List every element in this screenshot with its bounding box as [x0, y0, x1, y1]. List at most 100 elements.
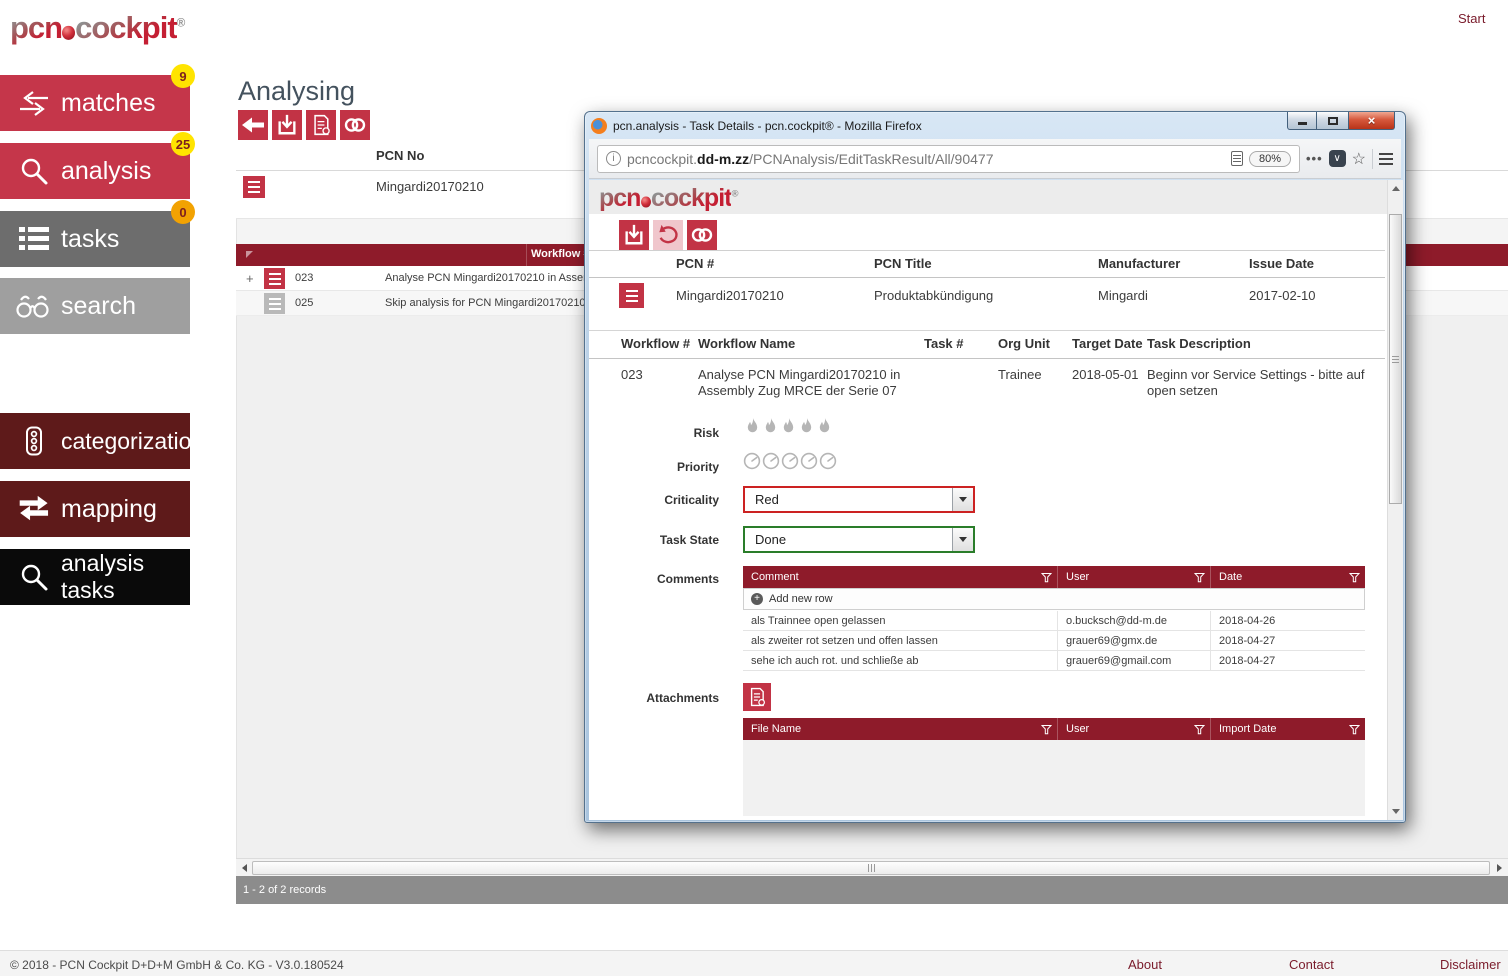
filter-icon[interactable] — [1041, 572, 1052, 583]
risk-rating[interactable] — [745, 418, 832, 437]
undo-button[interactable] — [653, 220, 683, 250]
comments-label: Comments — [589, 572, 719, 586]
flame-icon — [799, 418, 814, 437]
pcn-row-value[interactable]: Mingardi20170210 — [376, 179, 484, 194]
url-bar[interactable]: i pcncockpit.dd-m.zz/PCNAnalysis/EditTas… — [597, 145, 1300, 173]
cell-comment: als Trainnee open gelassen — [743, 611, 1058, 630]
cell-user: grauer69@gmx.de — [1058, 631, 1211, 650]
row-menu-button[interactable] — [264, 268, 285, 289]
pcn-row-menu-button[interactable] — [619, 283, 644, 308]
matches-rings-button[interactable] — [687, 220, 717, 250]
sidebar-item-analysis[interactable]: analysis 25 — [0, 143, 190, 199]
col-date-header[interactable]: Date — [1211, 566, 1365, 588]
pcn-row-menu-button[interactable] — [243, 176, 265, 198]
maximize-button[interactable] — [1317, 112, 1349, 130]
dropdown-arrow-icon[interactable] — [952, 488, 973, 511]
main-toolbar — [238, 110, 370, 140]
cell-org-unit: Trainee — [998, 367, 1042, 382]
scroll-thumb[interactable] — [1389, 214, 1402, 504]
maximize-icon — [1328, 117, 1338, 125]
back-button[interactable] — [238, 110, 268, 140]
tasks-badge: 0 — [171, 200, 195, 224]
col-comment-header[interactable]: Comment — [743, 566, 1058, 588]
scroll-down-button[interactable] — [1392, 809, 1400, 814]
minimize-button[interactable] — [1287, 112, 1317, 130]
url-host: dd-m.zz — [697, 151, 749, 167]
footer-disclaimer-link[interactable]: Disclaimer — [1440, 957, 1501, 972]
popup-toolbar — [619, 220, 717, 250]
matches-rings-button[interactable] — [340, 110, 370, 140]
screen: pcncockpit® Start matches 9 analysis 25 … — [0, 0, 1508, 976]
scroll-up-button[interactable] — [1392, 186, 1400, 191]
filter-icon[interactable] — [1041, 724, 1052, 735]
start-link[interactable]: Start — [1458, 11, 1485, 26]
import-button[interactable] — [272, 110, 302, 140]
footer-about-link[interactable]: About — [1128, 957, 1162, 972]
close-button[interactable]: × — [1349, 112, 1395, 130]
col-import-date-header[interactable]: Import Date — [1211, 718, 1365, 740]
cell-workflow-name-line1: Analyse PCN Mingardi20170210 in — [698, 367, 900, 382]
report-button[interactable] — [306, 110, 336, 140]
magnifier-icon — [13, 562, 55, 592]
footer-contact-link[interactable]: Contact — [1289, 957, 1334, 972]
criticality-label: Criticality — [589, 493, 719, 507]
records-status-bar: 1 - 2 of 2 records — [236, 876, 1508, 904]
pcn-col-header[interactable]: PCN No — [376, 148, 424, 163]
priority-label: Priority — [589, 460, 719, 474]
page-title: Analysing — [238, 76, 355, 107]
scroll-thumb[interactable] — [252, 861, 1490, 875]
sidebar-item-analysis-tasks[interactable]: analysis tasks — [0, 549, 190, 605]
sidebar-item-categorization[interactable]: categorization — [0, 413, 190, 469]
task-state-select[interactable]: Done — [743, 526, 975, 553]
sidebar-item-tasks[interactable]: tasks 0 — [0, 211, 190, 267]
pocket-icon[interactable]: ∨ — [1329, 150, 1346, 167]
globe-icon — [62, 26, 74, 40]
logo-text-cockpit: cockpit — [75, 10, 177, 45]
page-actions-icon[interactable]: ••• — [1306, 151, 1323, 166]
add-new-row[interactable]: + Add new row — [743, 588, 1365, 610]
col-user-header[interactable]: User — [1058, 718, 1211, 740]
popup-vertical-scrollbar[interactable] — [1387, 180, 1403, 820]
filter-icon[interactable] — [1349, 572, 1360, 583]
task-state-label: Task State — [589, 533, 719, 547]
col-user-header[interactable]: User — [1058, 566, 1211, 588]
cell-issue-date: 2017-02-10 — [1249, 288, 1316, 303]
filter-icon[interactable] — [1349, 724, 1360, 735]
logo-registered-mark: ® — [731, 189, 738, 200]
document-gear-icon — [310, 114, 332, 136]
filter-icon[interactable] — [1194, 724, 1205, 735]
add-new-row-label: Add new row — [769, 593, 833, 605]
bookmark-star-icon[interactable]: ☆ — [1352, 149, 1366, 169]
col-task-no: Task # — [924, 336, 964, 351]
window-titlebar[interactable]: pcn.analysis - Task Details - pcn.cockpi… — [585, 112, 1405, 139]
sidebar-item-mapping[interactable]: mapping — [0, 481, 190, 537]
comment-row[interactable]: als zweiter rot setzen und offen lassen … — [743, 631, 1365, 651]
add-attachment-button[interactable] — [743, 683, 771, 711]
dropdown-arrow-icon[interactable] — [952, 528, 973, 551]
url-path: /PCNAnalysis/EditTaskResult/All/90477 — [749, 151, 993, 167]
filter-icon[interactable] — [1194, 572, 1205, 583]
col-file-name-header[interactable]: File Name — [743, 718, 1058, 740]
zoom-level-button[interactable]: 80% — [1249, 151, 1291, 167]
horizontal-scrollbar[interactable] — [236, 858, 1508, 876]
scroll-left-button[interactable] — [236, 864, 252, 872]
scroll-right-button[interactable] — [1492, 864, 1506, 872]
cell-target-date: 2018-05-01 — [1072, 367, 1139, 382]
criticality-select[interactable]: Red — [743, 486, 975, 513]
comment-row[interactable]: sehe ich auch rot. und schließe ab graue… — [743, 651, 1365, 671]
row-expander[interactable]: + — [246, 271, 254, 286]
binoculars-icon — [13, 292, 55, 320]
col-workflow-no[interactable]: Workflow # — [531, 248, 589, 260]
info-icon[interactable]: i — [606, 151, 621, 166]
row-menu-button[interactable] — [264, 293, 285, 314]
sidebar-item-matches[interactable]: matches 9 — [0, 75, 190, 131]
collapse-all-icon[interactable] — [246, 251, 253, 258]
priority-rating[interactable] — [743, 452, 837, 470]
reader-mode-icon[interactable] — [1231, 151, 1243, 166]
sidebar-item-search[interactable]: search — [0, 278, 190, 334]
menu-hamburger-icon[interactable] — [1379, 153, 1393, 165]
sidebar-label: tasks — [61, 225, 119, 254]
save-button[interactable] — [619, 220, 649, 250]
comment-row[interactable]: als Trainnee open gelassen o.bucksch@dd-… — [743, 611, 1365, 631]
popup-page: pcncockpit® PCN # PCN Title Manufacturer… — [589, 180, 1403, 820]
